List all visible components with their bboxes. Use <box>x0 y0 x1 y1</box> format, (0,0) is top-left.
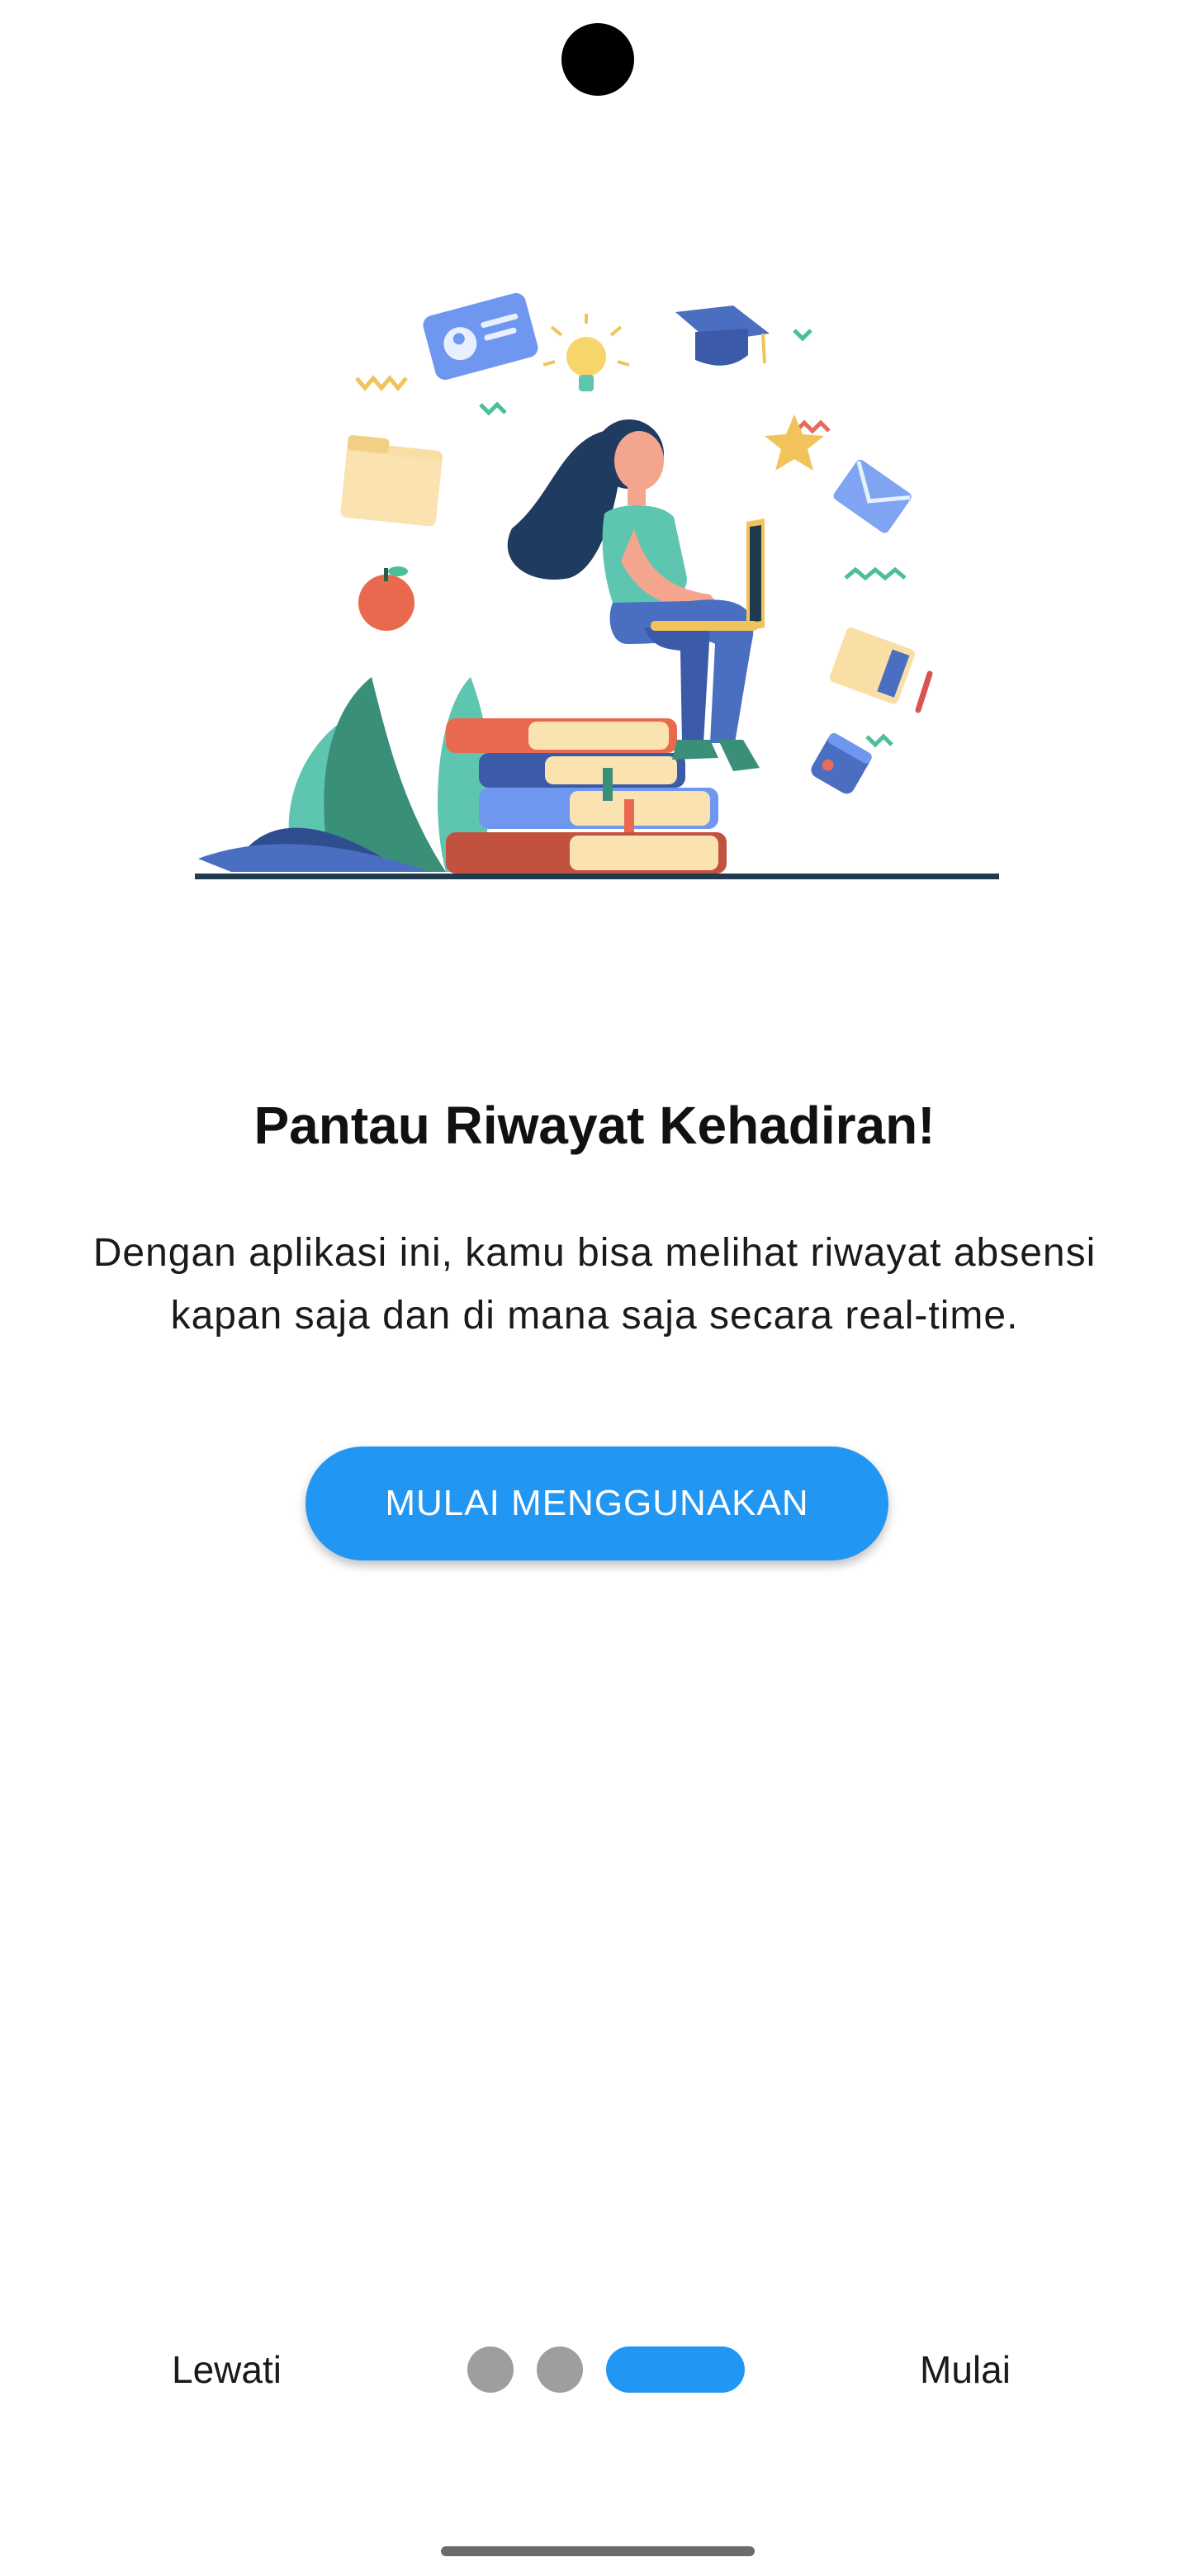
student-studying-illustration <box>195 292 999 879</box>
page-dot-3-active <box>606 2346 745 2393</box>
page-dot-2 <box>537 2346 583 2393</box>
front-camera <box>561 23 634 96</box>
start-button[interactable]: Mulai <box>920 2338 1027 2401</box>
onboarding-description: Dengan aplikasi ini, kamu bisa melihat r… <box>92 1231 1097 1338</box>
page-dot-1 <box>467 2346 514 2393</box>
page-indicator <box>467 2346 745 2393</box>
onboarding-title: Pantau Riwayat Kehadiran! <box>253 1096 936 1155</box>
start-using-button[interactable]: MULAI MENGGUNAKAN <box>306 1447 888 1560</box>
skip-button[interactable]: Lewati <box>172 2338 304 2401</box>
home-indicator[interactable] <box>441 2546 755 2556</box>
